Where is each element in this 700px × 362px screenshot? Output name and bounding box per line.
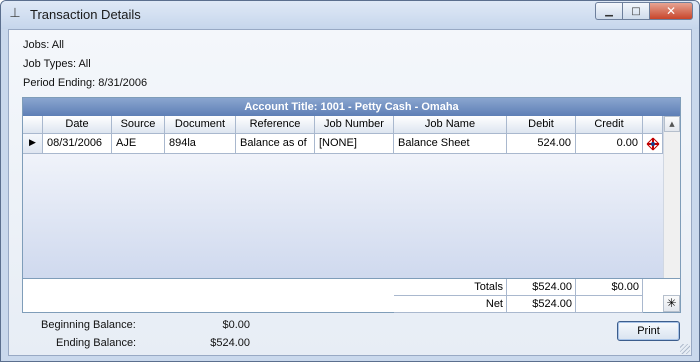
cell-reference[interactable]: Balance as of (236, 134, 315, 154)
caption-buttons: ▁ □ ✕ (595, 2, 693, 20)
title-bar[interactable]: ⊥ Transaction Details ▁ □ ✕ (1, 1, 699, 29)
transaction-details-window: ⊥ Transaction Details ▁ □ ✕ Jobs: All Jo… (0, 0, 700, 362)
totals-debit: $524.00 (507, 279, 576, 296)
maximize-icon: □ (631, 5, 641, 17)
ending-balance-label: Ending Balance: (56, 337, 137, 349)
column-header-date[interactable]: Date (43, 116, 112, 134)
cell-date[interactable]: 08/31/2006 (43, 134, 112, 154)
cell-job-name[interactable]: Balance Sheet (394, 134, 507, 154)
period-ending-label: Period Ending: 8/31/2006 (23, 77, 148, 89)
jobs-filter-label: Jobs: All (23, 39, 64, 51)
resize-grip[interactable] (680, 344, 690, 354)
net-label: Net (394, 296, 507, 313)
beginning-balance-value: $0.00 (222, 319, 250, 331)
column-header-action (643, 116, 663, 134)
grid-caption: Account Title: 1001 - Petty Cash - Omaha (23, 98, 680, 116)
current-row-arrow-icon: ▶ (29, 138, 36, 148)
ending-balance-value: $524.00 (210, 337, 250, 349)
totals-area: Totals $524.00 $0.00 Net $524.00 (23, 278, 680, 313)
scroll-up-button[interactable]: ▲ (664, 116, 680, 132)
cell-document[interactable]: 894la (165, 134, 236, 154)
column-header-document[interactable]: Document (165, 116, 236, 134)
asterisk-icon: ✳ (666, 296, 677, 310)
column-header-job-number[interactable]: Job Number (315, 116, 394, 134)
totals-label: Totals (394, 279, 507, 296)
net-credit (576, 296, 643, 313)
pin-icon: ⊥ (9, 6, 21, 21)
cell-source[interactable]: AJE (112, 134, 165, 154)
window-title: Transaction Details (30, 7, 141, 22)
column-header-job-name[interactable]: Job Name (394, 116, 507, 134)
table-row[interactable]: ▶ 08/31/2006 AJE 894la Balance as of [NO… (23, 134, 663, 154)
vertical-scrollbar[interactable]: ▲ ▼ (663, 116, 680, 296)
close-icon: ✕ (665, 4, 677, 18)
cell-credit[interactable]: 0.00 (576, 134, 643, 154)
cell-debit[interactable]: 524.00 (507, 134, 576, 154)
totals-credit: $0.00 (576, 279, 643, 296)
column-header-reference[interactable]: Reference (236, 116, 315, 134)
column-header-debit[interactable]: Debit (507, 116, 576, 134)
minimize-button[interactable]: ▁ (595, 2, 622, 20)
column-header-source[interactable]: Source (112, 116, 165, 134)
close-button[interactable]: ✕ (649, 2, 693, 20)
minimize-icon: ▁ (605, 5, 613, 17)
transactions-grid[interactable]: Account Title: 1001 - Petty Cash - Omaha… (22, 97, 681, 313)
drill-down-button[interactable] (643, 134, 663, 154)
row-selector[interactable]: ▶ (23, 134, 43, 154)
print-button[interactable]: Print (617, 321, 680, 341)
grid-empty-area (23, 154, 663, 278)
chevron-up-icon: ▲ (669, 120, 675, 128)
new-row-button[interactable]: ✳ (663, 295, 680, 312)
beginning-balance-label: Beginning Balance: (41, 319, 136, 331)
row-selector-header (23, 116, 43, 134)
column-header-credit[interactable]: Credit (576, 116, 643, 134)
job-types-filter-label: Job Types: All (23, 58, 91, 70)
net-debit: $524.00 (507, 296, 576, 313)
drill-down-icon (646, 137, 659, 151)
column-headers: Date Source Document Reference Job Numbe… (23, 116, 663, 134)
dialog-body: Jobs: All Job Types: All Period Ending: … (8, 29, 692, 356)
maximize-button[interactable]: □ (622, 2, 649, 20)
cell-job-number[interactable]: [NONE] (315, 134, 394, 154)
